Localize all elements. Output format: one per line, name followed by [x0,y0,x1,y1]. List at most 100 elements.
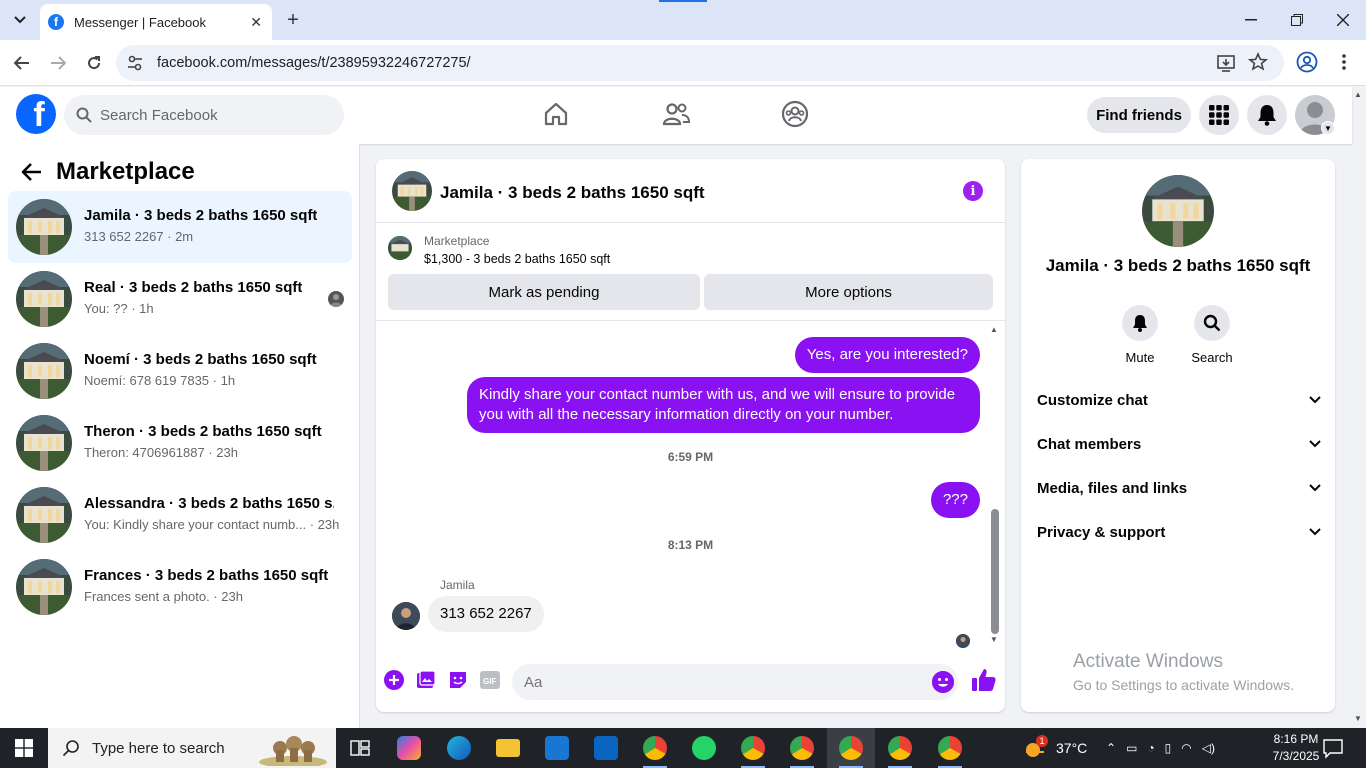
scroll-up-arrow-icon[interactable]: ▲ [990,325,998,334]
taskbar-chrome-profile-5[interactable] [876,728,924,768]
scroll-down-arrow-icon[interactable]: ▼ [990,635,998,644]
menu-button[interactable] [1199,95,1239,135]
taskbar-chrome-profile-4[interactable] [827,728,875,768]
conversation-item[interactable]: Jamila · 3 beds 2 baths 1650 sqft 313 65… [8,191,352,263]
new-tab-button[interactable]: + [282,8,304,32]
nav-friends[interactable] [661,99,691,129]
taskbar-file-explorer[interactable] [484,728,532,768]
restore-icon [1291,14,1303,26]
chat-members-section[interactable]: Chat members [1037,429,1321,459]
media-files-links-section[interactable]: Media, files and links [1037,473,1321,503]
volume-icon[interactable]: ◁) [1202,741,1215,755]
conversation-title: Noemí · 3 beds 2 baths 1650 sqft [84,351,317,368]
chrome-icon [938,736,962,760]
incoming-message[interactable]: 313 652 2267 [428,596,544,632]
plus-circle-icon[interactable] [383,669,405,691]
privacy-support-section[interactable]: Privacy & support [1037,517,1321,547]
taskbar-chrome-profile-1[interactable] [631,728,679,768]
search-action[interactable]: Search [1182,305,1242,365]
address-bar[interactable]: facebook.com/messages/t/2389593224672727… [116,45,1284,81]
nav-home[interactable] [541,99,571,129]
mute-action[interactable]: Mute [1110,305,1170,365]
reload-button[interactable] [82,51,106,75]
page-scroll-up-arrow-icon[interactable]: ▲ [1354,90,1362,99]
message-composer: GIF [376,655,1005,712]
back-arrow-icon[interactable] [20,160,44,184]
search-icon [62,740,79,757]
back-button[interactable] [10,51,34,75]
tab-strip-accent [659,0,707,2]
meet-now-icon[interactable]: ▭ [1126,741,1137,755]
chat-title[interactable]: Jamila · 3 beds 2 baths 1650 sqft [440,183,705,203]
conversation-item[interactable]: Alessandra · 3 beds 2 baths 1650 s... Yo… [8,479,352,551]
chevron-down-icon [1309,528,1321,536]
notification-center-icon[interactable] [1322,737,1344,759]
close-window-button[interactable] [1328,8,1358,32]
mute-button[interactable] [1122,305,1158,341]
taskbar-chrome-profile-3[interactable] [778,728,826,768]
chat-scrollbar-thumb[interactable] [991,509,999,634]
account-caret-icon[interactable]: ▼ [1321,121,1335,135]
gif-icon[interactable]: GIF [479,669,501,691]
network-icon[interactable]: ◔ [1147,741,1154,755]
minimize-button[interactable] [1236,8,1266,32]
info-listing-name: Jamila · 3 beds 2 baths 1650 sqft [1045,256,1311,275]
facebook-search-input[interactable]: Search Facebook [64,95,344,135]
taskbar-chrome-profile-6[interactable] [926,728,974,768]
conversation-preview: You: Kindly share your contact numb... ·… [84,517,340,532]
sticker-icon[interactable] [447,669,469,691]
conversation-item[interactable]: Frances · 3 beds 2 baths 1650 sqft Franc… [8,551,352,623]
conversation-item[interactable]: Noemí · 3 beds 2 baths 1650 sqft Noemí: … [8,335,352,407]
browser-tab-active[interactable]: f Messenger | Facebook ✕ [40,4,272,40]
taskbar-outlook[interactable] [582,728,630,768]
listing-avatar-large[interactable] [1142,175,1214,247]
info-icon[interactable]: i [963,181,983,201]
chat-listing-thumbnail[interactable] [392,171,432,211]
forward-button[interactable] [46,51,70,75]
outgoing-message[interactable]: Yes, are you interested? [794,337,980,373]
taskbar-store[interactable] [533,728,581,768]
conversation-item[interactable]: Real · 3 beds 2 baths 1650 sqft You: ?? … [8,263,352,335]
message-input[interactable] [512,664,958,700]
wifi-icon[interactable]: ◠ [1181,741,1191,755]
bookmark-star-icon[interactable] [1248,52,1268,72]
close-tab-icon[interactable]: ✕ [250,14,262,31]
customize-chat-section[interactable]: Customize chat [1037,385,1321,415]
page-scroll-down-arrow-icon[interactable]: ▼ [1354,714,1362,723]
find-friends-button[interactable]: Find friends [1087,97,1191,133]
restore-button[interactable] [1282,8,1312,32]
nav-groups[interactable] [780,99,810,129]
taskbar-edge[interactable] [435,728,483,768]
search-icon [76,107,92,123]
taskbar-search-box[interactable]: Type here to search [48,728,336,768]
taskbar-chrome-profile-2[interactable] [729,728,777,768]
notifications-button[interactable] [1247,95,1287,135]
search-in-conversation-button[interactable] [1194,305,1230,341]
taskbar-copilot[interactable] [385,728,433,768]
conversation-item[interactable]: Theron · 3 beds 2 baths 1650 sqft Theron… [8,407,352,479]
start-button[interactable] [0,728,48,768]
more-options-button[interactable]: More options [704,274,993,310]
taskbar-weather[interactable]: 1 37°C [1024,728,1087,768]
taskbar-whatsapp[interactable] [680,728,728,768]
tab-search-button[interactable] [6,8,34,32]
show-hidden-icons-chevron-icon[interactable]: ⌃ [1106,741,1116,755]
sender-avatar[interactable] [392,602,420,630]
facebook-logo[interactable]: f [16,94,56,134]
install-app-icon[interactable] [1216,53,1236,73]
mark-as-pending-button[interactable]: Mark as pending [388,274,700,310]
listing-price[interactable]: $1,300 - 3 beds 2 baths 1650 sqft [424,252,610,266]
outgoing-message[interactable]: ??? [930,482,980,518]
site-info-icon[interactable] [126,54,144,72]
emoji-icon[interactable] [932,671,954,693]
browser-menu-icon[interactable] [1336,51,1352,73]
task-view-button[interactable] [336,728,384,768]
url-text[interactable]: facebook.com/messages/t/2389593224672727… [157,55,471,71]
minimize-icon [1245,19,1257,21]
battery-icon[interactable]: ▯ [1165,741,1172,755]
thumbs-up-icon[interactable] [971,667,997,693]
browser-profile-icon[interactable] [1296,51,1318,73]
conversation-preview: Frances sent a photo. · 23h [84,589,243,604]
outgoing-message[interactable]: Kindly share your contact number with us… [467,377,980,433]
photo-icon[interactable] [415,669,437,691]
